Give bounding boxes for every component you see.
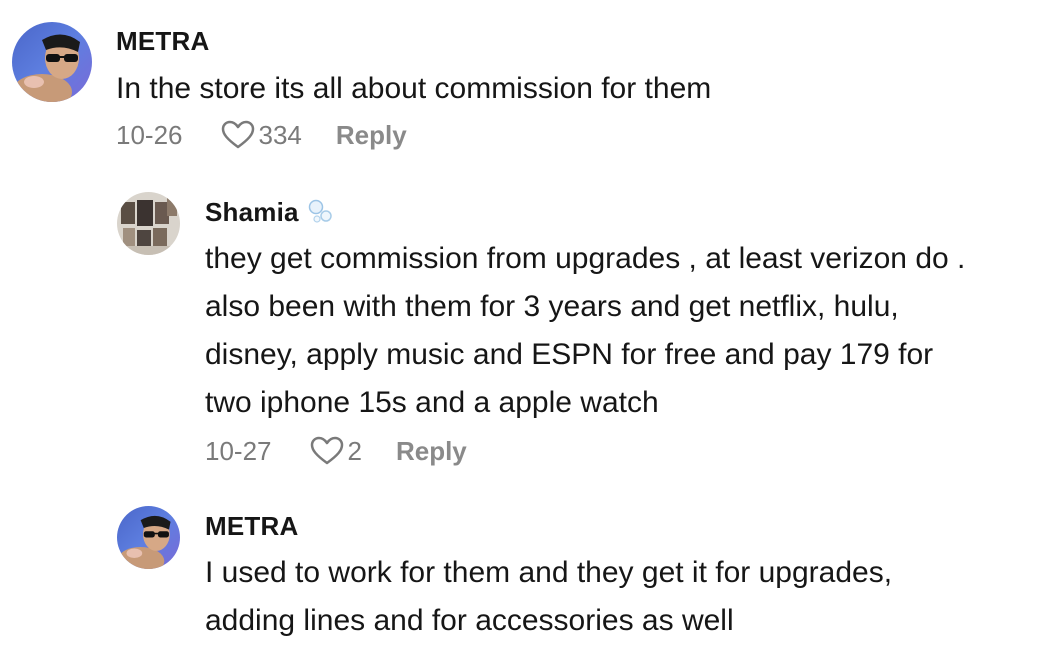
comment-text: they get commission from upgrades , at l… xyxy=(205,235,1055,427)
heart-icon xyxy=(310,436,343,465)
comment-date: 10-27 xyxy=(205,435,272,466)
like-button[interactable]: 2 xyxy=(310,436,362,467)
username[interactable]: METRA xyxy=(116,22,711,60)
bubbles-icon xyxy=(308,199,332,223)
profile-photo-icon xyxy=(117,192,180,255)
comment-text-line: I used to work for them and they get it … xyxy=(205,556,893,589)
comment-text: I used to work for them and they get it … xyxy=(205,549,1005,645)
like-button[interactable]: 334 xyxy=(221,120,302,151)
comment-text-line: also been with them for 3 years and get … xyxy=(205,290,899,323)
comment-text: In the store its all about commission fo… xyxy=(116,72,712,105)
like-count: 334 xyxy=(258,119,302,150)
comment-text-line: adding lines and for accessories as well xyxy=(205,604,734,637)
comment-text-line: they get commission from upgrades , at l… xyxy=(205,242,966,275)
comment-text-line: disney, apply music and ESPN for free an… xyxy=(205,338,934,371)
comment-meta: 10-26 334 Reply xyxy=(116,113,711,157)
avatar[interactable] xyxy=(12,22,92,102)
comment-date: 10-26 xyxy=(116,119,183,150)
reply-button[interactable]: Reply xyxy=(336,120,407,151)
profile-photo-icon xyxy=(117,506,180,569)
comment-text-line: two iphone 15s and a apple watch xyxy=(205,386,659,419)
username[interactable]: METRA xyxy=(205,506,1005,546)
username[interactable]: Shamia xyxy=(205,192,1055,232)
reply-button[interactable]: Reply xyxy=(396,436,467,467)
comment-meta: 10-27 2 Reply xyxy=(205,429,1055,473)
heart-icon xyxy=(221,120,254,149)
avatar[interactable] xyxy=(117,192,180,255)
avatar[interactable] xyxy=(117,506,180,569)
like-count: 2 xyxy=(347,435,362,466)
profile-photo-icon xyxy=(12,22,92,102)
username-text: Shamia xyxy=(205,197,299,227)
